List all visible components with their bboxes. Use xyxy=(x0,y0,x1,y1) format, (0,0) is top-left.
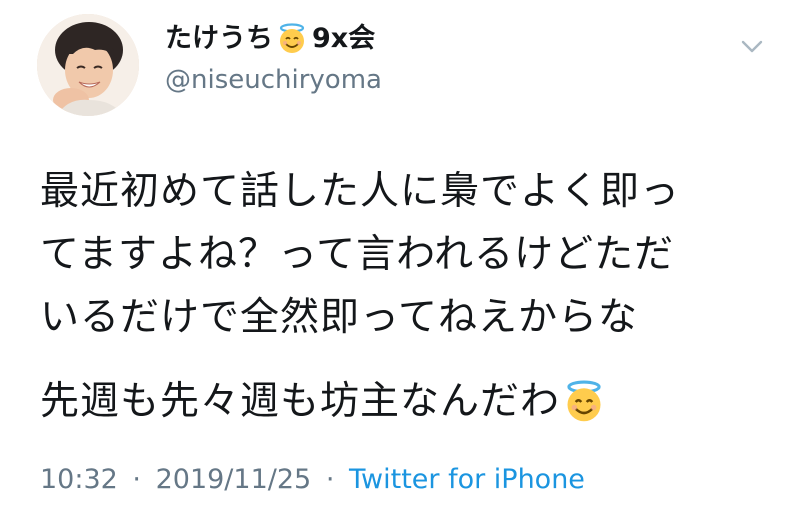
avatar[interactable] xyxy=(37,14,139,116)
tweet-text-line: 最近初めて話した人に梟でよく即っ xyxy=(40,169,681,214)
display-name-text: たけうち xyxy=(165,23,273,54)
smiling-face-with-halo-icon xyxy=(276,23,308,55)
tweet-text: 最近初めて話した人に梟でよく即っ てますよね？って言われるけどただ いるだけで全… xyxy=(40,160,780,433)
tweet-text-paragraph-2: 先週も先々週も坊主なんだわ xyxy=(40,370,780,433)
avatar-image xyxy=(37,14,139,116)
meta-separator: · xyxy=(132,464,141,495)
tweet-text-line: 先週も先々週も坊主なんだわ xyxy=(40,379,561,424)
meta-separator: · xyxy=(325,464,335,495)
display-name-suffix: 9x会 xyxy=(312,23,376,54)
display-name[interactable]: たけうち 9x会 xyxy=(165,22,375,56)
user-handle[interactable]: @niseuchiryoma xyxy=(165,64,382,96)
tweet-date[interactable]: 2019/11/25 xyxy=(156,464,312,495)
smiling-face-with-halo-icon xyxy=(562,380,606,424)
tweet-text-line: てますよね？って言われるけどただ xyxy=(40,232,675,277)
tweet-meta: 10:32 · 2019/11/25 · Twitter for iPhone xyxy=(40,462,585,498)
tweet-time[interactable]: 10:32 xyxy=(40,464,118,495)
chevron-down-icon[interactable] xyxy=(740,38,764,56)
tweet-card: たけうち 9x会 @niseuchiryoma 最近初めて話した人に梟でよく即っ… xyxy=(0,0,800,510)
tweet-text-line: いるだけで全然即ってねえからな xyxy=(40,295,639,340)
tweet-source-link[interactable]: Twitter for iPhone xyxy=(349,464,585,495)
